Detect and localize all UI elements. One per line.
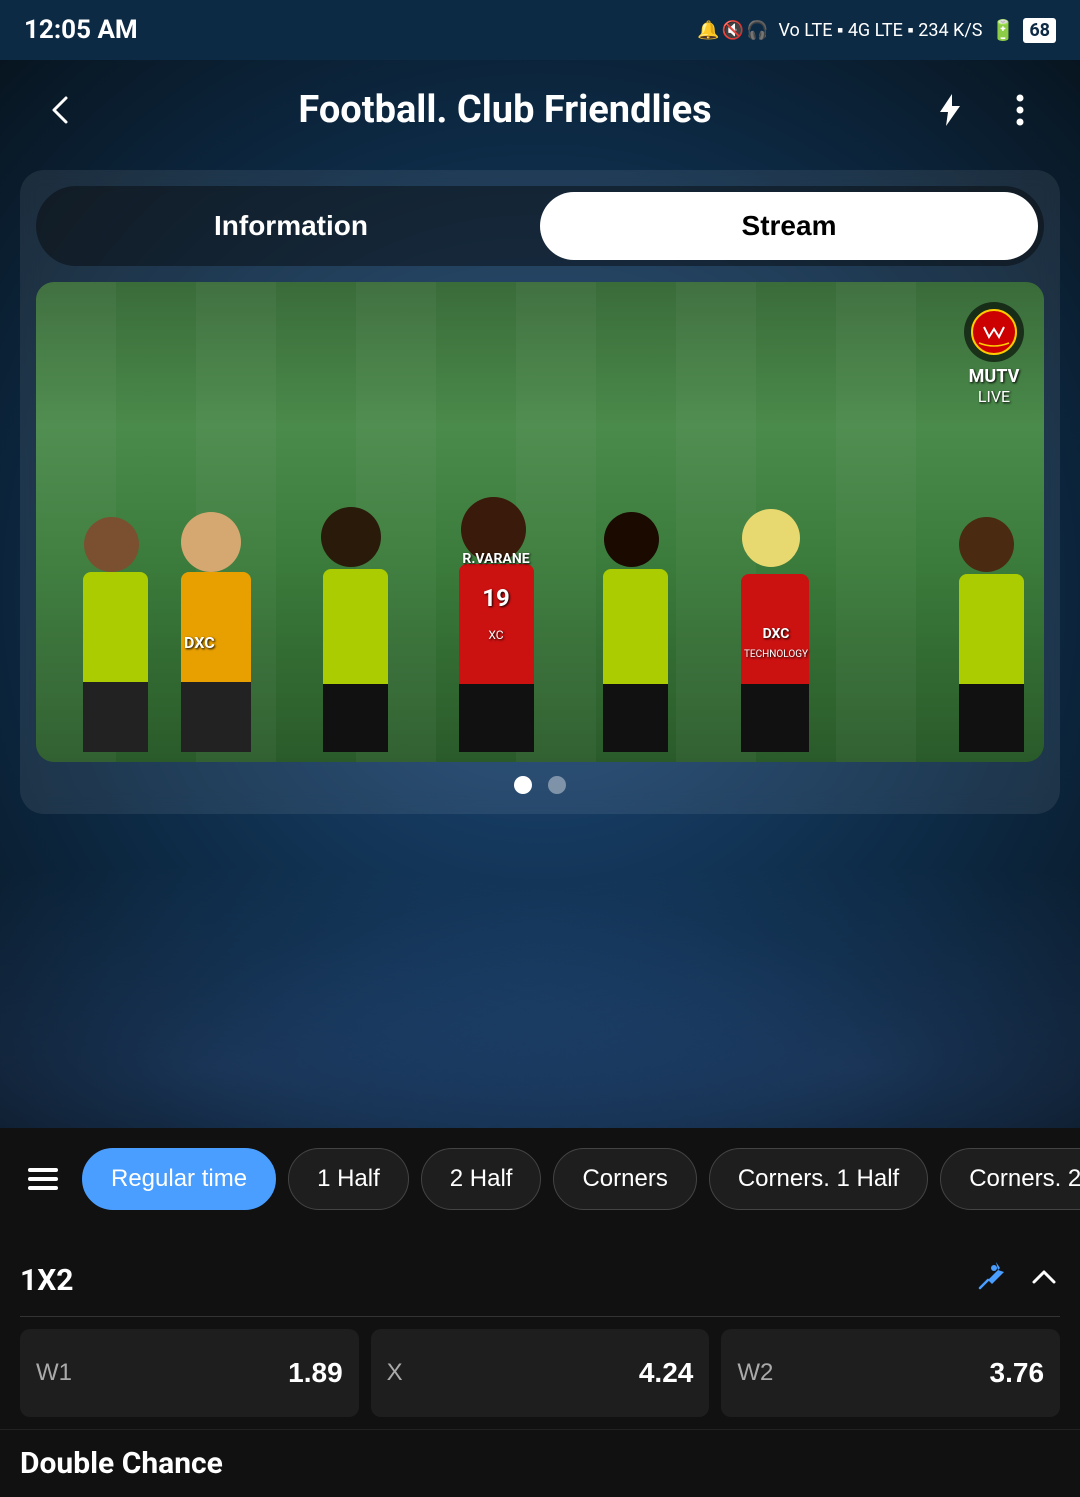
odds-x[interactable]: X 4.24	[371, 1329, 710, 1417]
back-button[interactable]	[30, 80, 90, 140]
nav-right-icons	[920, 80, 1050, 140]
tab-stream[interactable]: Stream	[540, 192, 1038, 260]
player-goalkeeper: DXC	[176, 552, 256, 752]
bet-header: 1X2	[20, 1250, 1060, 1316]
bottom-section: Regular time 1 Half 2 Half Corners Corne…	[0, 1128, 1080, 1497]
odds-label-w1: W1	[36, 1359, 72, 1387]
bet-section: 1X2 W1 1.	[0, 1230, 1080, 1429]
odds-label-x: X	[387, 1359, 403, 1387]
battery-level: 🔋	[990, 18, 1015, 42]
more-menu-button[interactable]	[990, 80, 1050, 140]
filter-1-half[interactable]: 1 Half	[288, 1148, 409, 1210]
odds-value-w2: 3.76	[990, 1357, 1045, 1389]
filter-tabs: Regular time 1 Half 2 Half Corners Corne…	[0, 1128, 1080, 1230]
filter-corners-2-half[interactable]: Corners. 2 Half	[940, 1148, 1080, 1210]
bet-title: 1X2	[20, 1263, 73, 1298]
tab-container: Information Stream	[36, 186, 1044, 266]
odds-w2[interactable]: W2 3.76	[721, 1329, 1060, 1417]
collapse-icon[interactable]	[1028, 1260, 1060, 1300]
status-icons: 🔔🔇🎧 Vo LTE ▪ 4G LTE ▪ 234 K/S 🔋 68	[697, 18, 1056, 43]
player-5	[596, 552, 676, 752]
pin-icon[interactable]	[976, 1260, 1008, 1300]
odds-label-w2: W2	[737, 1359, 773, 1387]
dot-2	[548, 776, 566, 794]
status-time: 12:05 AM	[24, 15, 138, 45]
mutv-watermark: MUTV LIVE	[964, 302, 1024, 406]
odds-row: W1 1.89 X 4.24 W2 3.76	[20, 1317, 1060, 1429]
mutv-text: MUTV	[969, 366, 1020, 387]
player-6: DXC TECHNOLOGY	[736, 552, 816, 752]
player-varane: R.VARANE 19 XC	[456, 552, 536, 752]
next-section-title: Double Chance	[20, 1446, 223, 1481]
pagination-dots	[36, 762, 1044, 798]
mutv-logo	[964, 302, 1024, 362]
player-3	[316, 552, 396, 752]
mutv-live: LIVE	[978, 387, 1010, 406]
filter-regular-time[interactable]: Regular time	[82, 1148, 276, 1210]
tab-information[interactable]: Information	[42, 192, 540, 260]
lightning-button[interactable]	[920, 80, 980, 140]
video-player[interactable]: DXC R.VARANE 19 XC	[36, 282, 1044, 762]
player-1	[76, 552, 156, 752]
next-section-preview: Double Chance	[0, 1429, 1080, 1497]
status-bar: 12:05 AM 🔔🔇🎧 Vo LTE ▪ 4G LTE ▪ 234 K/S 🔋…	[0, 0, 1080, 60]
top-nav: Football. Club Friendlies	[0, 60, 1080, 160]
odds-value-w1: 1.89	[288, 1357, 343, 1389]
dot-1	[514, 776, 532, 794]
filter-list-icon-button[interactable]	[16, 1152, 70, 1206]
bg-decor	[0, 828, 1080, 1128]
signal-info: Vo LTE ▪ 4G LTE ▪ 234 K/S	[778, 20, 982, 41]
status-icons-text: 🔔🔇🎧	[697, 20, 770, 41]
player-7	[954, 552, 1034, 752]
main-card: Information Stream	[20, 170, 1060, 814]
odds-w1[interactable]: W1 1.89	[20, 1329, 359, 1417]
app-background: Football. Club Friendlies Information	[0, 60, 1080, 1128]
video-scene: DXC R.VARANE 19 XC	[36, 282, 1044, 762]
filter-corners-1-half[interactable]: Corners. 1 Half	[709, 1148, 928, 1210]
odds-value-x: 4.24	[639, 1357, 694, 1389]
battery-value: 68	[1023, 18, 1056, 43]
filter-2-half[interactable]: 2 Half	[421, 1148, 542, 1210]
page-title: Football. Club Friendlies	[90, 88, 920, 132]
filter-corners[interactable]: Corners	[553, 1148, 696, 1210]
bet-header-icons	[976, 1260, 1060, 1300]
